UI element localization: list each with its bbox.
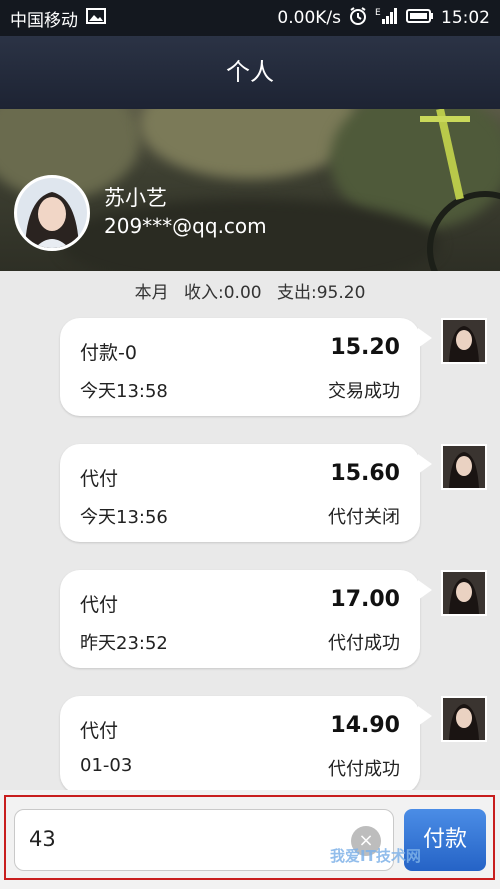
transaction-status: 代付成功: [328, 633, 400, 654]
network-type-label: E: [375, 8, 381, 18]
monthly-summary: 本月 收入:0.00 支出:95.20: [0, 278, 500, 303]
watermark-logo: 我爱IT技术网: [330, 847, 421, 865]
signal-icon: E: [375, 7, 399, 30]
transaction-amount: 15.60: [330, 461, 400, 486]
transaction-card[interactable]: 代付 17.00 昨天23:52 代付成功: [60, 570, 432, 668]
highlight-frame: [4, 795, 495, 880]
transaction-amount: 15.20: [330, 335, 400, 360]
page-title: 个人: [0, 36, 500, 109]
transaction-time: 昨天23:52: [80, 633, 168, 654]
clock-time: 15:02: [441, 8, 490, 28]
sender-avatar[interactable]: [441, 570, 487, 616]
transaction-card[interactable]: 付款-0 15.20 今天13:58 交易成功: [60, 318, 432, 416]
gallery-icon: [86, 7, 106, 29]
summary-expense: 支出:95.20: [277, 283, 366, 303]
transaction-amount: 17.00: [330, 587, 400, 612]
transaction-card[interactable]: 代付 15.60 今天13:56 代付关闭: [60, 444, 432, 542]
banner-foliage: [140, 109, 360, 179]
bubble-tail: [418, 706, 432, 726]
bicycle-icon: [420, 109, 500, 271]
transaction-title: 付款-0: [80, 342, 137, 364]
transaction-title: 代付: [80, 594, 119, 616]
sender-avatar[interactable]: [441, 318, 487, 364]
sender-avatar[interactable]: [441, 696, 487, 742]
sender-avatar[interactable]: [441, 444, 487, 490]
user-avatar[interactable]: [14, 175, 90, 251]
transaction-title: 代付: [80, 468, 119, 490]
profile-banner: 苏小艺 209***@qq.com: [0, 109, 500, 271]
transaction-time: 01-03: [80, 755, 133, 776]
transaction-title: 代付: [80, 720, 119, 742]
status-bar: 中国移动 0.00K/s E 15:02: [0, 0, 500, 36]
transaction-status: 代付成功: [328, 759, 400, 780]
alarm-icon: [348, 6, 368, 31]
transaction-status: 代付关闭: [328, 507, 400, 528]
summary-income: 收入:0.00: [184, 283, 262, 303]
summary-period: 本月: [134, 283, 169, 303]
transaction-status: 交易成功: [328, 381, 400, 402]
network-speed: 0.00K/s: [277, 8, 341, 28]
bubble-tail: [418, 454, 432, 474]
bubble-tail: [418, 580, 432, 600]
transaction-time: 今天13:58: [80, 381, 168, 402]
user-email: 209***@qq.com: [104, 214, 267, 238]
battery-icon: [406, 8, 434, 29]
transaction-card[interactable]: 代付 14.90 01-03 代付成功: [60, 696, 432, 794]
user-name: 苏小艺: [104, 186, 167, 210]
carrier-label: 中国移动: [10, 10, 78, 31]
transaction-amount: 14.90: [330, 713, 400, 738]
bubble-tail: [418, 328, 432, 348]
transaction-time: 今天13:56: [80, 507, 168, 528]
